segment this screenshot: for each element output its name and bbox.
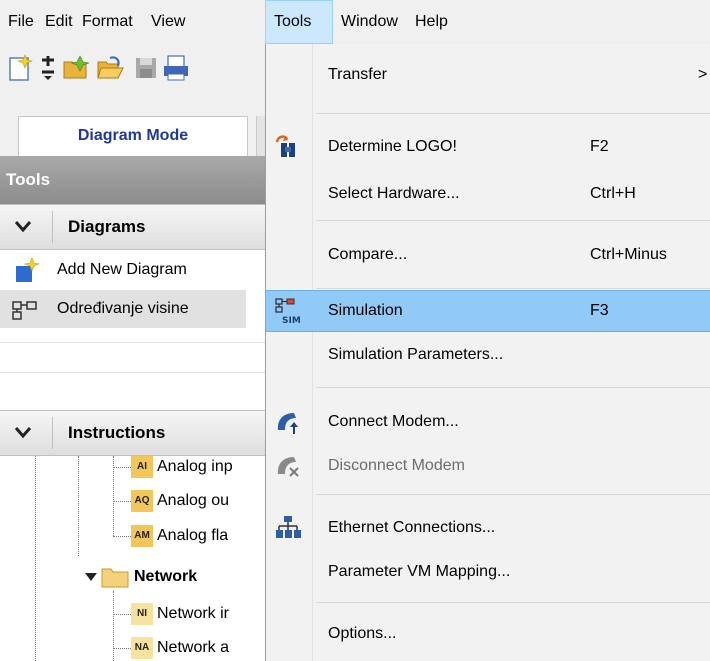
menu-separator [316,288,710,289]
new-folder-icon[interactable] [62,54,90,82]
list-divider [0,342,266,343]
tree-line [113,467,131,468]
network-input-badge: NI [131,603,153,625]
tree-line [78,456,79,556]
network-folder[interactable]: Network [134,566,197,588]
list-divider [0,372,266,373]
tools-panel-header: Tools [0,156,266,204]
toolbar [0,44,266,104]
diagram-item-odredivanje-visine[interactable]: Određivanje visine [0,290,246,328]
menu-item-connect-modem[interactable]: Connect Modem... [266,400,710,444]
section-divider [52,211,53,243]
menu-item-label: Ethernet Connections... [328,519,496,536]
analog-input-badge: AI [131,456,153,478]
connect-modem-icon [277,413,298,434]
menu-item-label: Options... [328,625,397,642]
menu-item-simulation[interactable]: SIM Simulation F3 [266,290,710,332]
menu-tools[interactable]: Tools [265,0,333,44]
menu-item-select-hardware[interactable]: Select Hardware... Ctrl+H [266,172,710,216]
open-folder-icon[interactable] [96,54,124,82]
diagram-item-label: Određivanje visine [57,300,189,317]
menu-window[interactable]: Window [333,0,406,44]
menu-item-label: Transfer [328,66,387,83]
menu-item-label: Parameter VM Mapping... [328,563,511,580]
ethernet-icon [276,516,301,538]
add-new-diagram-label: Add New Diagram [57,261,187,278]
expand-arrow-icon[interactable] [84,570,98,584]
folder-icon [101,568,129,588]
instructions-section-header[interactable]: Instructions [0,410,266,456]
chevron-down-icon[interactable] [12,215,34,237]
tree-line [113,501,131,502]
instructions-section-label: Instructions [68,423,166,442]
tools-menu-dropdown: Transfer > Determine LOGO! F2 Select Har… [265,44,710,661]
menu-item-compare[interactable]: Compare... Ctrl+Minus [266,227,710,283]
menu-separator [316,387,710,388]
menu-item-transfer[interactable]: Transfer > [266,44,710,106]
menu-separator [316,494,710,495]
disconnect-modem-icon [277,457,299,477]
menu-item-determine-logo[interactable]: Determine LOGO! F2 [266,122,710,172]
menu-format[interactable]: Format [74,0,141,44]
tree-line [113,614,131,615]
add-diagram-icon [16,258,40,282]
add-new-diagram-item[interactable]: Add New Diagram [0,251,266,289]
tab-diagram-mode[interactable]: Diagram Mode [18,116,248,157]
diagrams-section-header[interactable]: Diagrams [0,204,266,250]
section-divider [52,417,53,449]
menu-item-label: Simulation [328,302,403,319]
menu-item-shortcut: F3 [590,302,609,319]
analog-flag-badge: AM [131,525,153,547]
save-icon[interactable] [132,54,160,82]
menu-file[interactable]: File [0,0,42,44]
menu-separator [316,220,710,221]
instruction-analog-input[interactable]: Analog inp [157,456,233,478]
menu-item-label: Select Hardware... [328,185,460,202]
tree-line [113,648,131,649]
menu-item-ethernet-connections[interactable]: Ethernet Connections... [266,506,710,550]
instruction-network-analog[interactable]: Network a [157,637,229,659]
menu-item-disconnect-modem[interactable]: Disconnect Modem [266,444,710,488]
menu-item-label: Compare... [328,246,408,263]
instruction-network-input[interactable]: Network ir [157,603,229,625]
new-file-icon[interactable] [6,54,34,82]
tree-line [113,536,131,537]
diagram-icon [12,301,37,320]
menu-item-options[interactable]: Options... [266,608,710,660]
instruction-analog-output[interactable]: Analog ou [157,490,229,512]
menu-item-label: Simulation Parameters... [328,346,504,363]
determine-logo-icon [275,135,295,157]
menu-item-label: Determine LOGO! [328,138,457,155]
plus-minus-icon[interactable] [34,54,62,82]
tree-line [113,456,114,536]
menu-item-shortcut: Ctrl+Minus [590,246,667,263]
menu-separator [316,113,710,114]
network-analog-badge: NA [131,637,153,659]
menu-help[interactable]: Help [407,0,456,44]
instructions-tree: AI Analog inp AQ Analog ou AM Analog fla… [0,456,266,661]
menu-item-parameter-vm-mapping[interactable]: Parameter VM Mapping... [266,550,710,594]
tree-line [113,591,114,661]
instruction-analog-flag[interactable]: Analog fla [157,525,228,547]
menu-separator [316,602,710,603]
sim-badge-text: SIM [282,316,301,325]
print-icon[interactable] [162,54,190,82]
analog-output-badge: AQ [131,490,153,512]
simulation-icon: SIM [275,298,301,325]
submenu-arrow-icon: > [698,66,708,83]
menu-item-label: Disconnect Modem [328,457,465,474]
menu-bar: File Edit Format View Tools Window Help [0,0,710,44]
menu-item-simulation-parameters[interactable]: Simulation Parameters... [266,334,710,376]
menu-item-label: Connect Modem... [328,413,459,430]
diagrams-section-label: Diagrams [68,217,146,236]
menu-item-shortcut: F2 [590,138,609,155]
chevron-down-icon[interactable] [12,421,34,443]
menu-item-shortcut: Ctrl+H [590,185,636,202]
menu-view[interactable]: View [143,0,193,44]
tree-line [35,456,36,661]
